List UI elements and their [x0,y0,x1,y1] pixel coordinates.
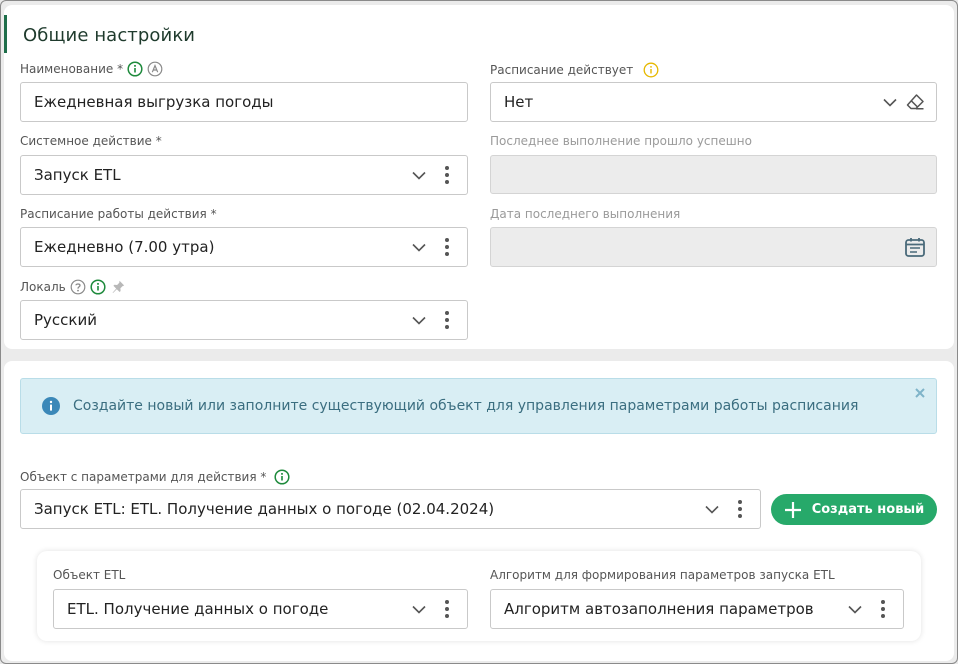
chevron-down-icon[interactable] [411,312,427,328]
last-success-label-row: Последнее выполнение прошло успешно [490,134,752,148]
etl-object-value: ETL. Получение данных о погоде [67,600,329,618]
chevron-down-icon[interactable] [882,94,898,110]
section-accent-bar [4,15,7,53]
info-alert-text: Создайте новый или заполните существующи… [73,398,859,414]
chevron-down-icon[interactable] [847,601,863,617]
algorithm-label: Алгоритм для формирования параметров зап… [490,568,835,582]
more-vertical-icon[interactable] [437,597,457,621]
algorithm-label-row: Алгоритм для формирования параметров зап… [490,568,835,582]
chevron-down-icon[interactable] [411,601,427,617]
system-action-value: Запуск ETL [34,166,121,184]
last-success-field [490,155,937,194]
params-object-select[interactable]: Запуск ETL: ETL. Получение данных о пого… [20,489,761,529]
name-input[interactable]: Ежедневная выгрузка погоды [20,82,468,122]
schedule-label-row: Расписание работы действия * [20,207,217,221]
locale-label-row: Локаль [20,279,126,295]
schedule-active-label: Расписание действует [490,63,634,77]
eraser-icon[interactable] [904,90,926,114]
more-vertical-icon[interactable] [873,597,893,621]
schedule-active-label-row: Расписание действует [490,62,659,78]
schedule-active-select[interactable]: Нет [490,82,937,122]
etl-object-label-row: Объект ETL [53,568,125,582]
params-object-value: Запуск ETL: ETL. Получение данных о пого… [34,500,495,518]
etl-settings-subcard: Объект ETL ETL. Получение данных о погод… [37,551,921,641]
last-date-field [490,227,937,267]
more-vertical-icon[interactable] [437,235,457,259]
window-frame: Общие настройки Наименование * Ежедневна… [0,0,958,664]
chevron-down-icon[interactable] [411,239,427,255]
schedule-value: Ежедневно (7.00 утра) [34,238,215,256]
info-icon[interactable] [127,61,143,77]
create-new-button-label: Создать новый [811,502,925,517]
system-action-label-row: Системное действие * [20,134,162,148]
info-filled-icon [41,396,61,416]
name-label: Наименование * [20,62,124,76]
params-object-label-row: Объект с параметрами для действия * [20,469,290,485]
name-value: Ежедневная выгрузка погоды [34,93,274,111]
algorithm-value: Алгоритм автозаполнения параметров [504,600,814,618]
calendar-icon[interactable] [903,235,927,259]
section-title: Общие настройки [23,25,196,46]
etl-object-select[interactable]: ETL. Получение данных о погоде [53,589,468,629]
algorithm-select[interactable]: Алгоритм автозаполнения параметров [490,589,904,629]
more-vertical-icon[interactable] [437,163,457,187]
plus-icon [784,501,802,519]
system-action-select[interactable]: Запуск ETL [20,155,468,195]
chevron-down-icon[interactable] [704,501,720,517]
schedule-active-value: Нет [504,93,534,111]
pin-icon[interactable] [110,279,126,295]
parameters-card: Создайте новый или заполните существующи… [4,361,954,661]
close-icon[interactable] [914,387,926,399]
last-date-label-row: Дата последнего выполнения [490,207,680,221]
name-label-row: Наименование * [20,61,163,77]
info-icon[interactable] [274,469,290,485]
help-icon[interactable] [70,279,86,295]
autofill-icon[interactable] [147,61,163,77]
last-date-label: Дата последнего выполнения [490,207,681,221]
system-action-label: Системное действие * [20,134,162,148]
general-settings-card: Общие настройки Наименование * Ежедневна… [4,5,954,349]
warning-info-icon[interactable] [643,62,659,78]
more-vertical-icon[interactable] [730,497,750,521]
create-new-button[interactable]: Создать новый [771,494,937,525]
schedule-select[interactable]: Ежедневно (7.00 утра) [20,227,468,267]
last-success-label: Последнее выполнение прошло успешно [490,134,752,148]
locale-label: Локаль [20,280,66,294]
locale-select[interactable]: Русский [20,300,468,340]
locale-value: Русский [34,311,97,329]
chevron-down-icon[interactable] [411,167,427,183]
etl-object-label: Объект ETL [53,568,126,582]
more-vertical-icon[interactable] [437,308,457,332]
params-object-label: Объект с параметрами для действия * [20,470,267,484]
schedule-label: Расписание работы действия * [20,207,217,221]
info-alert: Создайте новый или заполните существующи… [20,378,937,434]
info-icon[interactable] [90,279,106,295]
